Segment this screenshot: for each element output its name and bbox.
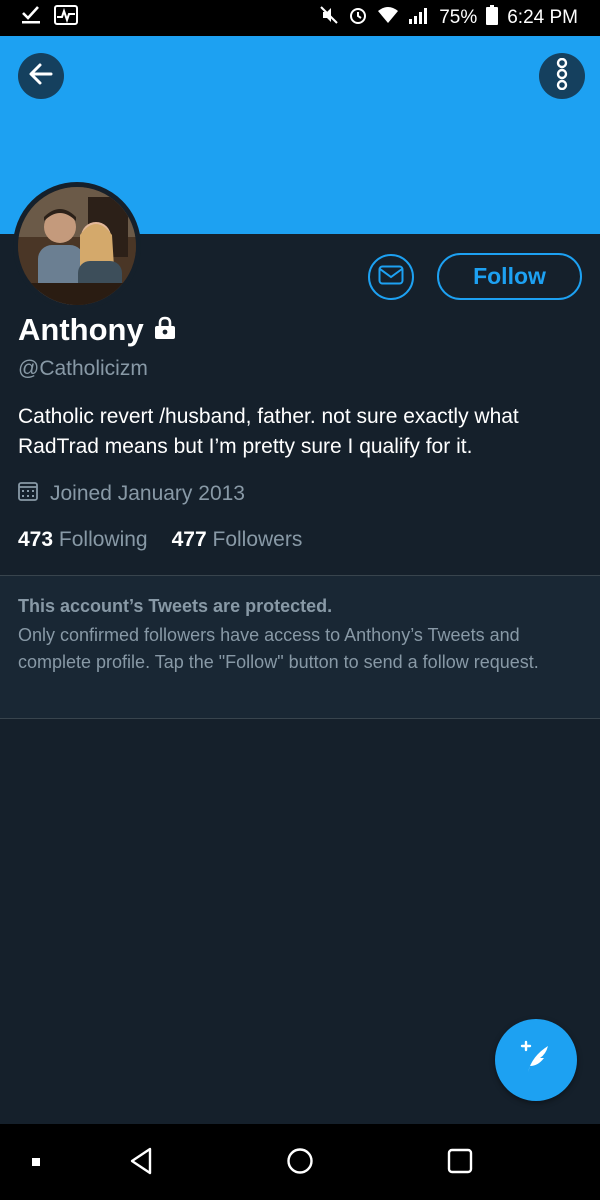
compose-tweet-icon — [518, 1040, 554, 1081]
following-stat[interactable]: 473 Following — [18, 528, 148, 552]
clock: 6:24 PM — [507, 7, 578, 28]
mute-icon — [319, 5, 339, 31]
nav-recents-button[interactable] — [440, 1146, 480, 1180]
bio-text: Catholic revert /husband, father. not su… — [18, 405, 519, 458]
display-name: Anthony — [18, 312, 144, 347]
followers-count: 477 — [171, 528, 207, 551]
divider — [0, 718, 600, 719]
signal-icon — [408, 6, 430, 30]
nav-home-button[interactable] — [280, 1146, 320, 1180]
followers-stat[interactable]: 477 Followers — [172, 528, 303, 552]
circle-home-icon — [286, 1147, 314, 1180]
following-count: 473 — [18, 528, 54, 551]
calendar-icon — [18, 481, 38, 507]
avatar[interactable] — [13, 182, 141, 310]
status-bar: 75% 6:24 PM — [0, 0, 600, 36]
nav-back-button[interactable] — [121, 1146, 161, 1180]
battery-icon — [486, 5, 499, 31]
message-button[interactable] — [368, 254, 414, 300]
protected-notice-body: Only confirmed followers have access to … — [18, 625, 539, 672]
followers-label: Followers — [212, 528, 303, 551]
square-recents-icon — [447, 1148, 473, 1179]
checkmark-notification-icon — [20, 5, 42, 31]
following-label: Following — [58, 528, 148, 551]
recent-dot-button[interactable] — [16, 1146, 56, 1180]
triangle-back-icon — [128, 1147, 154, 1180]
system-navigation-bar — [0, 1124, 600, 1200]
compose-tweet-button[interactable] — [495, 1019, 577, 1101]
joined-date-row: Joined January 2013 — [18, 481, 245, 507]
activity-notification-icon — [54, 5, 78, 31]
joined-date: Joined January 2013 — [50, 482, 245, 505]
envelope-icon — [378, 265, 404, 290]
more-vertical-icon — [555, 57, 569, 95]
lock-icon — [154, 316, 176, 345]
profile-name-row: Anthony — [18, 312, 176, 348]
follow-stats: 473 Following 477 Followers — [18, 528, 302, 552]
dot-icon — [31, 1154, 41, 1172]
wifi-icon — [377, 6, 399, 30]
back-button[interactable] — [18, 53, 64, 99]
protected-notice-title: This account’s Tweets are protected. — [18, 596, 333, 616]
more-options-button[interactable] — [539, 53, 585, 99]
username-handle: @Catholicizm — [18, 357, 148, 380]
battery-percent: 75% — [439, 7, 478, 28]
divider — [0, 575, 600, 576]
alarm-icon — [348, 5, 368, 31]
back-arrow-icon — [28, 61, 54, 92]
follow-button[interactable]: Follow — [437, 253, 582, 300]
